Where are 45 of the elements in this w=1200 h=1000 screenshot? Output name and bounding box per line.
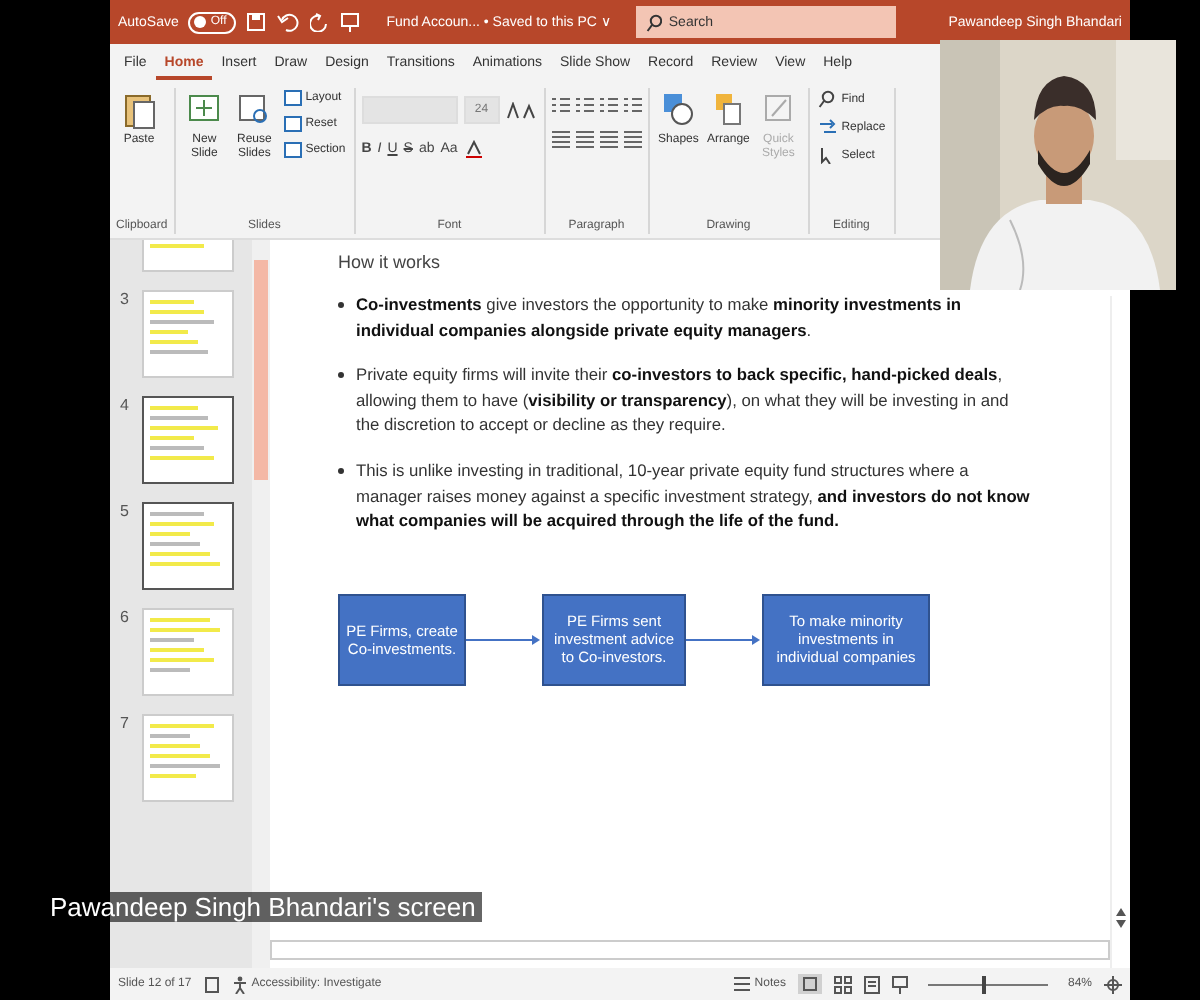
slideshow-icon[interactable]: [891, 975, 908, 993]
arrow: [466, 631, 542, 648]
grow-font-icon: [505, 101, 538, 119]
clipboard-icon: [121, 90, 157, 130]
bullet-text: Private equity firms will invite their co-investors to back specific, hand-picked deals, allowing them to have (visibility or transparency), on what they will be investing in and the discretion to accept or decline as they require.: [356, 362, 1011, 439]
align-icon[interactable]: [551, 130, 570, 148]
redo-icon[interactable]: [310, 12, 331, 32]
normal-view-icon[interactable]: [797, 974, 822, 994]
bullet-marker: [338, 372, 344, 379]
shapes-icon: [660, 90, 697, 130]
search-icon: [817, 90, 838, 108]
undo-icon[interactable]: [276, 12, 301, 32]
slide-number: 3: [120, 290, 131, 308]
page-arrows-icon: [1114, 904, 1128, 932]
slide-number: 6: [120, 608, 131, 626]
align-icon[interactable]: [623, 130, 642, 148]
bullet-marker: [338, 468, 344, 475]
list-icon[interactable]: [599, 96, 618, 114]
boxes-icon: [710, 90, 747, 130]
align-icon[interactable]: [599, 130, 618, 148]
list-icon[interactable]: [575, 96, 594, 114]
list-icon[interactable]: [623, 96, 642, 114]
reading-view-icon[interactable]: [863, 975, 880, 993]
bullet-text: This is unlike investing in traditional, 10-year private equity fund structures where a manager raises money against a specific investment strategy, and investors do not know what companies will be acquired through the life of the fund.: [356, 458, 1030, 534]
scrollbar[interactable]: [270, 940, 1110, 960]
notes-icon: [734, 976, 751, 992]
slide-thumbnail[interactable]: [142, 396, 234, 484]
presentation-icon[interactable]: [340, 12, 361, 32]
font-color-icon[interactable]: [463, 140, 484, 158]
grid-view-icon[interactable]: [833, 975, 852, 993]
bullet-marker: [338, 302, 344, 308]
search-icon: [646, 14, 663, 32]
arrow: [686, 631, 762, 648]
save-icon[interactable]: [246, 12, 267, 32]
slide-number: 5: [120, 502, 131, 520]
fit-icon[interactable]: [1104, 975, 1122, 993]
slide-number: 4: [120, 396, 131, 414]
slide-number: 7: [120, 714, 131, 732]
bullet-text: Co-investments give investors the opportunity to make minority investments in individual companies alongside private equity managers.: [356, 292, 964, 343]
align-icon[interactable]: [575, 130, 594, 148]
slide-thumbnail[interactable]: [142, 502, 234, 590]
person-icon: [231, 975, 248, 993]
replace-icon: [817, 118, 838, 136]
slide-heading: How it works: [338, 252, 443, 272]
list-icon[interactable]: [551, 96, 570, 114]
